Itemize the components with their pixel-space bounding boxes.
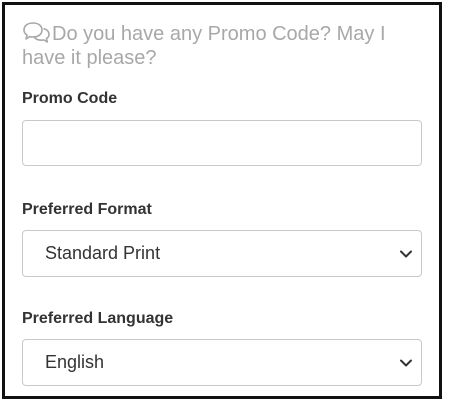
preferred-language-label: Preferred Language <box>22 310 174 327</box>
promo-form-panel: Do you have any Promo Code? May I have i… <box>2 2 442 399</box>
promo-code-input[interactable] <box>22 120 422 166</box>
promo-question-text: Do you have any Promo Code? May I have i… <box>22 23 386 69</box>
chevron-down-icon <box>399 247 413 261</box>
preferred-format-selected-value: Standard Print <box>45 243 161 263</box>
preferred-format-label: Preferred Format <box>22 201 152 218</box>
preferred-language-selected-value: English <box>45 352 105 372</box>
promo-question: Do you have any Promo Code? May I have i… <box>22 21 432 70</box>
chat-bubbles-icon <box>22 21 52 43</box>
chevron-down-icon <box>399 356 413 370</box>
preferred-format-select[interactable]: Standard Print <box>22 230 422 277</box>
preferred-language-select[interactable]: English <box>22 339 422 386</box>
promo-code-label: Promo Code <box>22 90 118 107</box>
